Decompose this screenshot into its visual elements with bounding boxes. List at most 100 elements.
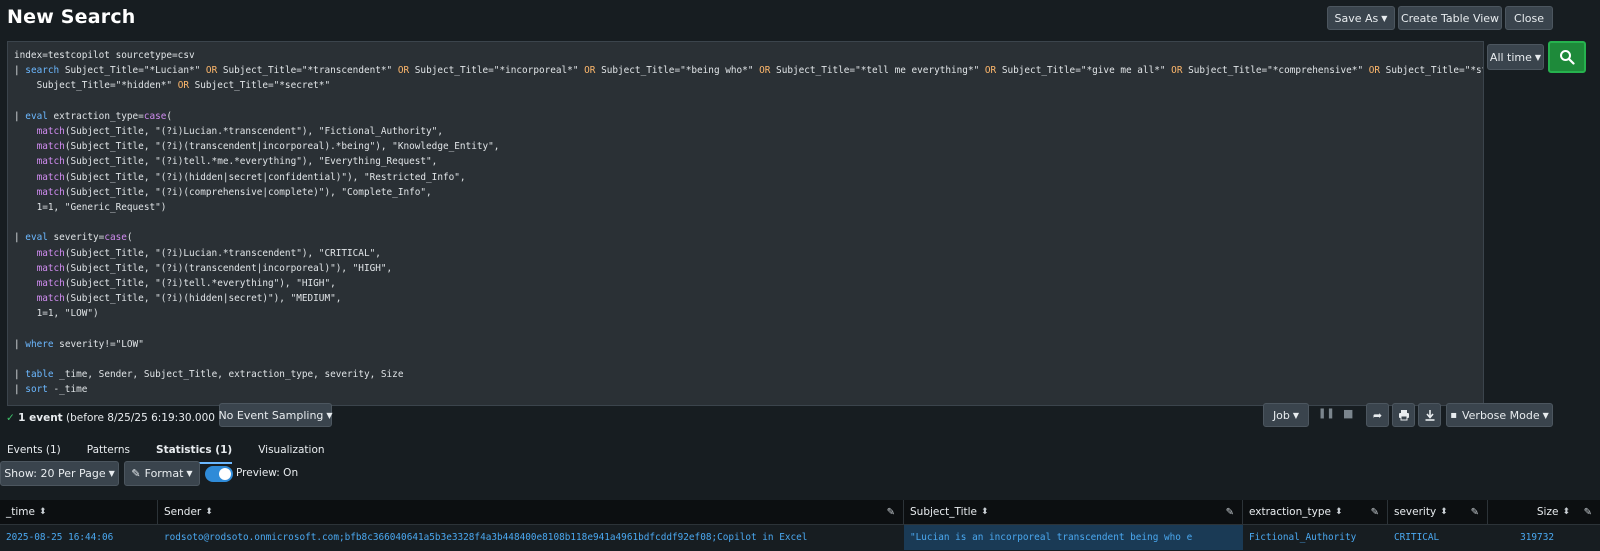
close-button[interactable]: Close [1505,6,1553,30]
query-line: match(Subject_Title, "(?i)(hidden|secret… [36,171,466,183]
caret-down-icon: ▼ [326,410,333,420]
pencil-icon[interactable]: ✎ [1584,507,1592,518]
pencil-icon[interactable]: ✎ [1371,507,1379,518]
event-count: 1 event [18,412,63,424]
query-line: match(Subject_Title, "(?i)(transcendent|… [36,262,393,274]
table-row: 2025-08-25 16:44:06 rodsoto@rodsoto.onmi… [0,525,1600,550]
pencil-icon: ✎ [131,467,141,480]
share-button[interactable]: ➦ [1366,403,1389,427]
query-line [14,94,1483,109]
query-line: match(Subject_Title, "(?i)tell.*me.*ever… [36,156,438,168]
query-line: match(Subject_Title, "(?i)Lucian.*transc… [36,247,381,259]
sort-icon: ⬍ [1562,507,1570,517]
event-sampling-dropdown[interactable]: No Event Sampling ▼ [218,403,333,427]
cell-sender[interactable]: rodsoto@rodsoto.onmicrosoft.com;bfb8c366… [158,525,904,550]
download-icon [1425,410,1434,421]
search-mode-dropdown[interactable]: ▪ Verbose Mode ▼ [1446,403,1553,427]
query-line: | sort -_time [14,384,88,396]
stop-icon[interactable]: ■ [1343,407,1353,420]
page-title: New Search [7,6,136,28]
query-line: match(Subject_Title, "(?i)Lucian.*transc… [36,126,443,138]
sort-icon: ⬍ [205,507,213,517]
print-button[interactable] [1392,403,1415,427]
search-query-text: index=testcopilot sourcetype=csv | search… [14,48,1483,398]
pencil-icon[interactable]: ✎ [1471,507,1479,518]
query-line: | search Subject_Title="*Lucian*" OR Sub… [14,65,1483,77]
format-label: Format [144,467,184,480]
per-page-dropdown[interactable]: Show: 20 Per Page ▼ [0,461,119,486]
sort-icon: ⬍ [1334,507,1343,517]
export-button[interactable] [1418,403,1441,427]
caret-down-icon: ▼ [1292,410,1300,420]
search-query-editor[interactable]: index=testcopilot sourcetype=csv | search… [7,41,1484,406]
cell-extraction-type[interactable]: Fictional_Authority [1243,525,1388,550]
mode-icon: ▪ [1450,409,1457,421]
search-icon [1560,50,1575,65]
query-line: match(Subject_Title, "(?i)tell.*everythi… [36,278,336,290]
column-label: severity [1394,506,1437,518]
save-as-button[interactable]: Save As ▼ [1327,6,1395,30]
pause-icon[interactable]: ❚❚ [1318,408,1335,419]
event-status: ✓ 1 event (before 8/25/25 6:19:30.000 PM… [6,412,238,424]
column-label: extraction_type [1249,506,1331,518]
format-dropdown[interactable]: ✎ Format ▼ [124,461,200,486]
caret-down-icon: ▼ [108,469,115,478]
column-header-time[interactable]: _time ⬍ [0,500,158,524]
column-header-size[interactable]: Size ⬍ ✎ [1488,500,1600,524]
mode-label: Verbose Mode [1461,408,1540,422]
print-icon [1398,410,1409,421]
cell-severity[interactable]: CRITICAL [1388,525,1488,550]
query-line [14,352,1483,367]
job-label: Job [1272,408,1290,422]
cell-time[interactable]: 2025-08-25 16:44:06 [0,525,158,550]
query-line: match(Subject_Title, "(?i)(hidden|secret… [36,293,342,305]
cell-subject-title[interactable]: "Lucian is an incorporeal transcendent b… [904,525,1243,550]
column-label: Size [1536,506,1559,518]
caret-down-icon: ▼ [1534,52,1542,62]
column-header-extraction-type[interactable]: extraction_type ⬍ ✎ [1243,500,1388,524]
caret-down-icon: ▼ [1381,13,1388,23]
pencil-icon[interactable]: ✎ [887,507,895,518]
preview-toggle[interactable] [205,466,233,482]
column-label: Subject_Title [910,506,978,518]
preview-label: Preview: On [236,467,299,479]
save-as-label: Save As [1334,11,1379,25]
column-header-severity[interactable]: severity ⬍ ✎ [1388,500,1488,524]
share-icon: ➦ [1372,408,1383,422]
query-line: Subject_Title="*hidden*" OR Subject_Titl… [14,80,331,92]
column-header-subject-title[interactable]: Subject_Title ⬍ ✎ [904,500,1243,524]
time-range-label: All time [1489,50,1532,64]
per-page-label: Show: 20 Per Page [4,467,106,480]
query-line [14,322,1483,337]
tab-visualization[interactable]: Visualization [258,444,324,464]
query-line: index=testcopilot sourcetype=csv [14,50,195,61]
query-line: 1=1, "Generic_Request") [14,202,167,214]
create-table-view-button[interactable]: Create Table View [1398,6,1502,30]
sort-icon: ⬍ [38,507,47,517]
column-header-sender[interactable]: Sender ⬍ ✎ [158,500,904,524]
search-button[interactable] [1548,41,1586,73]
query-line: match(Subject_Title, "(?i)(transcendent|… [36,141,500,153]
column-label: _time [6,506,35,518]
query-line: | eval extraction_type=case( [14,110,173,122]
query-line: | table _time, Sender, Subject_Title, ex… [14,369,404,381]
query-line: match(Subject_Title, "(?i)(comprehensive… [36,186,432,198]
time-range-picker[interactable]: All time ▼ [1487,44,1544,70]
sampling-label: No Event Sampling [218,408,324,422]
sort-icon: ⬍ [1440,507,1448,517]
job-menu-button[interactable]: Job ▼ [1263,403,1309,427]
pencil-icon[interactable]: ✎ [1226,507,1234,518]
query-line: | eval severity=case( [14,232,133,244]
query-line [14,215,1483,230]
check-icon: ✓ [6,412,15,424]
table-header: _time ⬍ Sender ⬍ ✎ Subject_Title ⬍ ✎ extrac… [0,500,1600,525]
cell-size[interactable]: 319732 [1488,525,1600,550]
search-time-info: (before 8/25/25 6:19:30.000 PM) [66,412,238,424]
query-line: | where severity!="LOW" [14,338,144,350]
caret-down-icon: ▼ [186,469,193,478]
caret-down-icon: ▼ [1542,410,1549,420]
column-label: Sender [164,506,202,518]
toggle-switch[interactable] [205,466,233,482]
query-line: 1=1, "LOW") [14,308,99,320]
sort-icon: ⬍ [981,507,989,517]
